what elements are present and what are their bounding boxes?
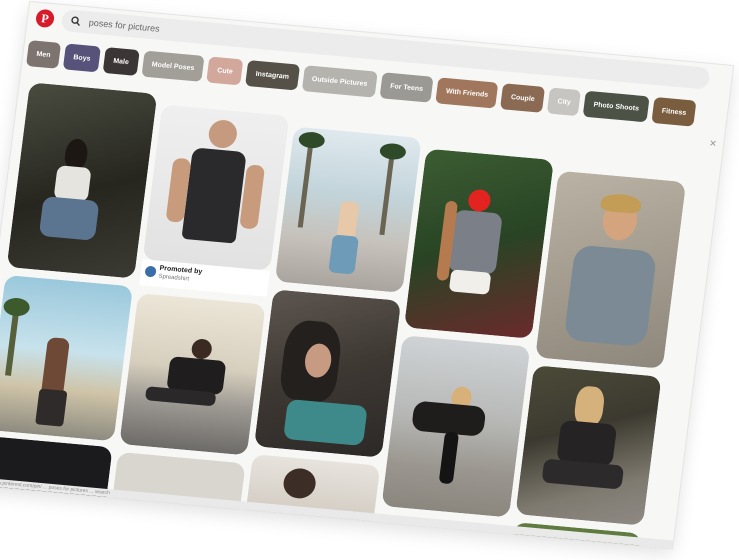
pin-image xyxy=(181,147,247,244)
pin-image xyxy=(38,196,100,241)
filter-chip[interactable]: City xyxy=(546,87,582,117)
filter-chip[interactable]: Boys xyxy=(62,43,102,73)
filter-chip[interactable]: For Teens xyxy=(379,72,434,103)
filter-chip[interactable]: Photo Shoots xyxy=(583,90,650,123)
filter-chip[interactable]: Model Poses xyxy=(141,50,205,82)
pin-card[interactable] xyxy=(6,82,158,279)
search-icon xyxy=(71,16,80,27)
pinterest-logo[interactable]: P xyxy=(34,8,56,29)
pin-image xyxy=(111,451,246,520)
filter-chip[interactable]: With Friends xyxy=(435,77,499,109)
pin-card[interactable] xyxy=(515,365,662,526)
pin-card[interactable] xyxy=(253,289,402,458)
pin-card[interactable] xyxy=(381,335,531,518)
filter-chip[interactable]: Male xyxy=(102,47,140,76)
filter-chip[interactable]: Couple xyxy=(500,83,546,113)
promoted-by-name[interactable]: Spreadshirt xyxy=(158,274,189,283)
pin-image xyxy=(283,399,368,446)
filter-chip[interactable]: Cute xyxy=(206,56,244,86)
pin-grid: Promoted by Spreadshirt xyxy=(0,82,719,549)
pin-card[interactable] xyxy=(403,148,554,339)
pin-card[interactable] xyxy=(119,293,266,456)
pin-image xyxy=(0,435,113,507)
filter-chip[interactable]: Outside Pictures xyxy=(301,65,378,98)
pin-image xyxy=(448,269,492,295)
advertiser-avatar[interactable] xyxy=(144,265,157,278)
pin-card[interactable] xyxy=(0,435,113,507)
pin-image xyxy=(563,244,658,348)
pin-card[interactable] xyxy=(535,170,687,369)
pin-image xyxy=(35,388,68,427)
pin-card[interactable] xyxy=(0,274,134,442)
pin-card[interactable] xyxy=(111,451,246,520)
pin-card[interactable] xyxy=(142,104,290,271)
filter-chip[interactable]: Fitness xyxy=(651,96,697,127)
filter-chip[interactable]: Men xyxy=(25,40,62,69)
pin-card[interactable] xyxy=(274,126,422,293)
browser-window: P MenBoysMaleModel PosesCuteInstagramOut… xyxy=(0,2,734,549)
filter-chip[interactable]: Instagram xyxy=(245,60,300,91)
pin-image xyxy=(328,234,359,275)
